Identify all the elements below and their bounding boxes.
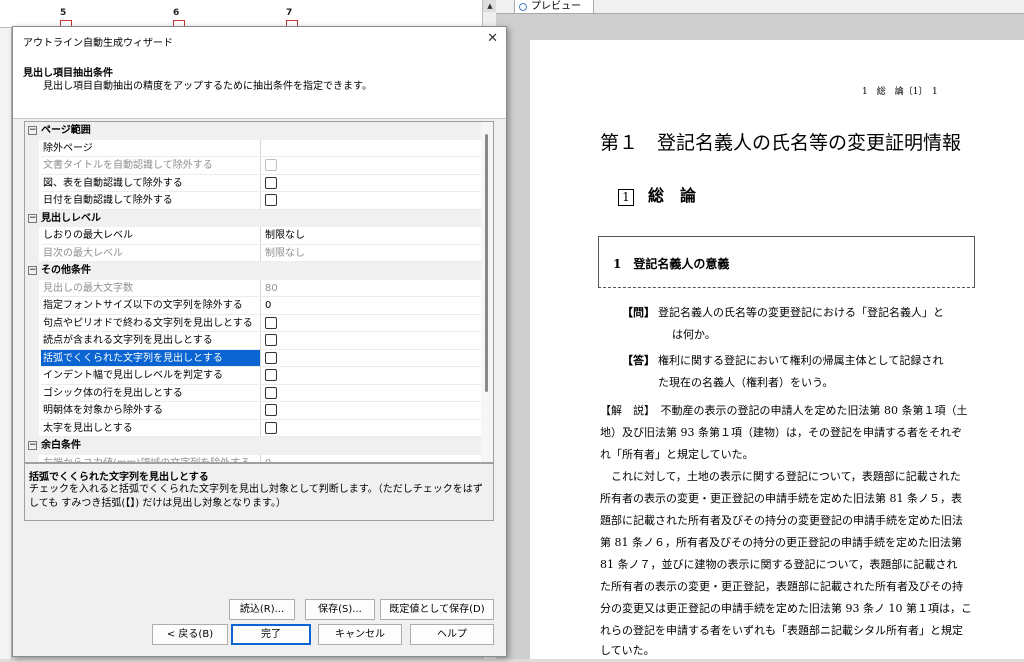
property-row[interactable]: 目次の最大レベル 制限なし [25,244,481,262]
checkbox[interactable] [265,369,277,381]
preview-dot-icon [519,3,527,11]
body-line: 題部に記載された所有者及びその持分の変更登記の申請手続を定めた旧法 [600,514,963,527]
ruler-bar: 5 6 7 [0,0,482,28]
section-number: 1 [618,189,634,206]
save-button[interactable]: 保存(S)... [305,599,375,620]
help-button[interactable]: ヘルプ [410,624,494,645]
subsection-title: 1 登記名義人の意義 [613,257,730,271]
property-row[interactable]: 見出しの最大文字数 80 [25,279,481,297]
body-line: れ「所有者」と規定していた。 [600,448,754,461]
checkbox[interactable] [265,316,277,329]
collapse-icon[interactable]: − [28,441,37,450]
ruler-mark: 6 [173,8,180,18]
property-value: 制限なし [262,245,481,262]
dialog-header: 見出し項目抽出条件 見出し項目自動抽出の精度をアップするために抽出条件を指定でき… [13,53,506,119]
scrollbar-thumb[interactable] [485,134,488,392]
body-line: 【解 説】 不動産の表示の登記の申請人を定めた旧法第 80 条第１項（土 [600,404,968,417]
checkbox[interactable] [265,404,277,416]
category-page-range[interactable]: − ページ範囲 [25,122,481,140]
section-title-text: 総 論 [648,186,697,205]
tab-preview-label: プレビュー [531,1,581,12]
category-other[interactable]: − その他条件 [25,262,481,280]
question-line: は何か。 [672,328,716,341]
body-line: これに対して，土地の表示に関する登記について，表題部に記載された [600,470,961,483]
outline-wizard-dialog: アウトライン自動生成ウィザード ✕ 見出し項目抽出条件 見出し項目自動抽出の精度… [12,26,507,657]
property-row[interactable]: しおりの最大レベル 制限なし [25,227,481,245]
description-title: 括弧でくくられた文字列を見出しとする [29,472,209,483]
body-line: 分の変更又は更正登記の申請手続を定めた旧法第 93 条ノ 10 第１項は，こ [600,602,972,615]
background-document [0,28,12,659]
checkbox[interactable] [265,334,277,346]
preview-page: 1 総 論〔1〕 1 第１ 登記名義人の氏名等の変更証明情報 1 総 論 1 登記… [530,40,1024,659]
description-text: チェックを入れると括弧でくくられた文字列を見出し対象として判断します。（ただしチ… [29,484,483,509]
question-line: 登記名義人の氏名等の変更登記における「登記名義人」と [658,306,944,319]
ruler-mark: 5 [60,8,67,18]
body-line: 第 81 条ノ６，所有者及びその持分の更正登記の申請手続を定めた旧法第 [600,536,962,549]
property-row[interactable]: 太字を見出しとする [25,419,481,437]
property-row[interactable]: 句点やピリオドで終わる文字列を見出しとする [25,314,481,332]
category-margin[interactable]: − 余白条件 [25,437,481,455]
chapter-title: 第１ 登記名義人の氏名等の変更証明情報 [600,132,962,154]
property-grid[interactable]: − ページ範囲 除外ページ 文書タイトルを自動認識して除外する 図、表を自動認識し… [24,121,494,463]
running-head: 1 総 論〔1〕 1 [862,87,938,97]
back-button[interactable]: < 戻る(B) [152,624,228,645]
ruler-mark: 7 [286,8,293,18]
property-value[interactable] [262,140,481,157]
property-value[interactable]: 0 [262,297,481,315]
body-line: た所有者の表示の変更・更正登記，表題部に記載された所有者及びその持 [600,580,963,593]
body-line: 地）及び旧法第 93 条第１項（建物）は，その登記を申請する者をそれぞ [600,426,962,439]
subsection-box: 1 登記名義人の意義 [598,236,975,288]
tab-preview[interactable]: プレビュー [514,0,594,14]
scroll-up-arrow-icon[interactable]: ▲ [483,0,497,12]
property-value[interactable]: 制限なし [262,227,481,245]
property-row[interactable]: 日付を自動認識して除外する [25,192,481,210]
property-row[interactable]: 指定フォントサイズ以下の文字列を除外する 0 [25,297,481,315]
property-row[interactable]: 除外ページ [25,139,481,157]
property-row[interactable]: 左端からユ力値(mm)領域の文字列を除外する 0 [25,454,481,463]
property-row-selected[interactable]: 括弧でくくられた文字列を見出しとする [25,349,481,367]
body-line: れらの登記を申請する者をいずれも「表題部ニ記載シタル所有者」と規定 [600,624,963,637]
property-row[interactable]: ゴシック体の行を見出しとする [25,384,481,402]
dialog-title: アウトライン自動生成ウィザード [23,38,173,49]
section-title: 1 総 論 [618,182,696,206]
collapse-icon[interactable]: − [28,266,37,275]
property-row[interactable]: 図、表を自動認識して除外する [25,174,481,192]
property-row[interactable]: 文書タイトルを自動認識して除外する [25,157,481,175]
grid-scrollbar[interactable] [481,122,493,462]
property-value: 80 [262,280,481,297]
body-line: 81 条ノ７，並びに建物の表示に関する登記について，表題部に記載され [600,558,958,571]
category-heading-level[interactable]: − 見出しレベル [25,209,481,227]
cancel-button[interactable]: キャンセル [318,624,402,645]
question-tag: 【問】 [622,306,655,319]
checkbox[interactable] [265,421,277,434]
answer-tag: 【答】 [622,354,655,367]
body-line: 所有者の表示の変更・更正登記の申請手続を定めた旧法第 81 条ノ５，表 [600,492,962,505]
property-row[interactable]: インデント幅で見出しレベルを判定する [25,367,481,385]
checkbox [265,159,277,171]
dialog-title-bar: アウトライン自動生成ウィザード ✕ [13,27,506,53]
save-default-button[interactable]: 既定値として保存(D) [380,599,494,620]
property-row[interactable]: 明朝体を対象から除外する [25,402,481,420]
close-icon[interactable]: ✕ [487,31,498,46]
property-row[interactable]: 読点が含まれる文字列を見出しとする [25,332,481,350]
answer-line: た現在の名義人（権利者）をいう。 [658,376,834,389]
checkbox[interactable] [265,351,277,364]
checkbox[interactable] [265,386,277,399]
finish-button[interactable]: 完了 [231,624,311,645]
collapse-icon[interactable]: − [28,126,37,135]
checkbox[interactable] [265,194,277,206]
answer-line: 権利に関する登記において権利の帰属主体として記録され [658,354,944,367]
property-value: 0 [262,455,481,463]
description-panel: 括弧でくくられた文字列を見出しとする チェックを入れると括弧でくくられた文字列を… [24,463,494,521]
header-description: 見出し項目自動抽出の精度をアップするために抽出条件を指定できます。 [43,81,372,92]
collapse-icon[interactable]: − [28,213,37,223]
checkbox[interactable] [265,176,277,189]
preview-tab-bar: プレビュー [496,0,1024,14]
load-button[interactable]: 読込(R)... [229,599,295,620]
